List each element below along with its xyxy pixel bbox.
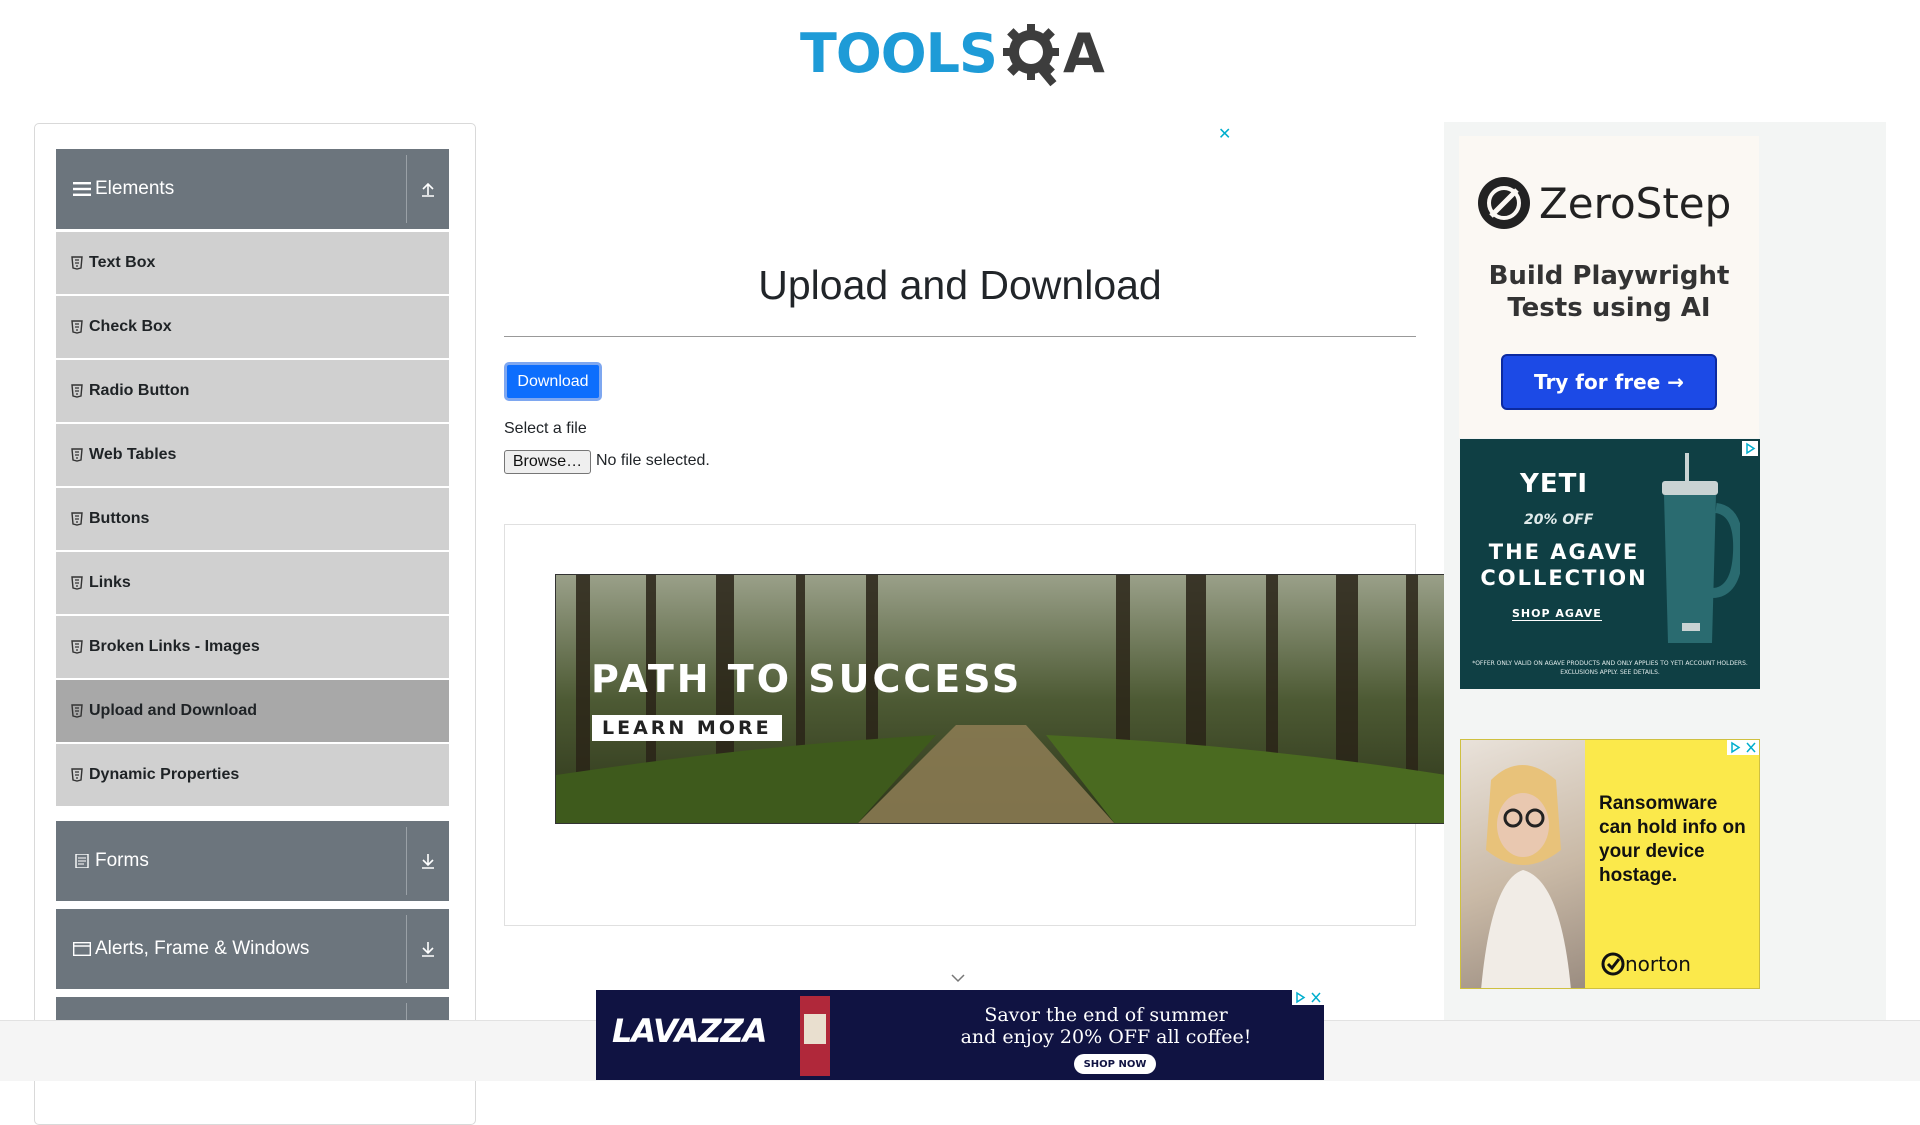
- adchoices-icon[interactable]: [1292, 990, 1308, 1005]
- title-divider: [504, 336, 1416, 337]
- norton-logo: norton: [1601, 952, 1691, 976]
- group-header-forms[interactable]: Forms: [56, 821, 449, 901]
- sidebar-item-label: Radio Button: [89, 382, 190, 399]
- banner-headline: PATH TO SUCCESS: [591, 657, 1023, 701]
- norton-message: Ransomware can hold info on your device …: [1599, 793, 1746, 886]
- group-header-alerts-frame-windows[interactable]: Alerts, Frame & Windows: [56, 909, 449, 989]
- lavazza-line1: Savor the end of summer: [984, 1004, 1228, 1026]
- expand-down-icon[interactable]: [417, 850, 439, 872]
- zerostep-logo-icon: [1478, 177, 1530, 229]
- window-icon: [73, 942, 91, 956]
- logo-text-a: A: [1062, 22, 1105, 85]
- lavazza-message: Savor the end of summer and enjoy 20% OF…: [956, 1004, 1256, 1048]
- group-title: Alerts, Frame & Windows: [95, 938, 310, 959]
- checkmark-circle-icon: [1601, 952, 1625, 976]
- sidebar-item-label: Links: [89, 574, 131, 591]
- left-sidebar: Elements Text Box Check Box Radio Button…: [34, 123, 476, 1125]
- zerostep-line2: Tests using AI: [1507, 293, 1711, 323]
- adchoices-icon[interactable]: [1727, 740, 1743, 755]
- sidebar-item-label: Text Box: [89, 254, 156, 271]
- html5-icon: [71, 576, 83, 590]
- html5-icon: [71, 256, 83, 270]
- gear-q-icon: [1002, 24, 1059, 87]
- site-header: TOOLS A: [0, 0, 1920, 100]
- adchoices-icon[interactable]: [1742, 441, 1758, 456]
- group-header-elements[interactable]: Elements: [56, 149, 449, 229]
- select-file-label: Select a file: [504, 420, 587, 437]
- norton-brand-text: norton: [1625, 952, 1691, 976]
- lavazza-logo: LAVAZZA: [612, 1012, 768, 1050]
- ad-close-icon[interactable]: ✕: [1218, 124, 1231, 144]
- sidebar-item-label: Upload and Download: [89, 702, 257, 719]
- elements-menu-list: Text Box Check Box Radio Button Web Tabl…: [56, 232, 449, 808]
- learn-more-button[interactable]: LEARN MORE: [592, 715, 782, 741]
- browse-button[interactable]: Browse…: [504, 450, 591, 474]
- sidebar-item-check-box[interactable]: Check Box: [56, 296, 449, 358]
- html5-icon: [71, 768, 83, 782]
- sidebar-item-label: Buttons: [89, 510, 150, 527]
- divider: [406, 915, 407, 983]
- group-title: Forms: [95, 850, 149, 871]
- coffee-can-image: [800, 996, 830, 1076]
- ad-close-icon[interactable]: [1743, 740, 1759, 755]
- yeti-shop-link[interactable]: SHOP AGAVE: [1512, 607, 1602, 621]
- html5-icon: [71, 704, 83, 718]
- lavazza-line2: and enjoy 20% OFF all coffee!: [960, 1026, 1252, 1048]
- download-button[interactable]: Download: [504, 362, 602, 401]
- sidebar-item-web-tables[interactable]: Web Tables: [56, 424, 449, 486]
- html5-icon: [71, 640, 83, 654]
- file-status-text: No file selected.: [596, 452, 710, 469]
- chevron-down-icon[interactable]: [950, 970, 966, 986]
- html5-icon: [71, 448, 83, 462]
- sidebar-item-label: Web Tables: [89, 446, 177, 463]
- zerostep-brand: ZeroStep: [1539, 178, 1732, 228]
- html5-icon: [71, 320, 83, 334]
- sidebar-item-buttons[interactable]: Buttons: [56, 488, 449, 550]
- woman-photo: [1461, 740, 1585, 988]
- norton-ad[interactable]: Ransomware can hold info on your device …: [1460, 739, 1760, 989]
- expand-down-icon[interactable]: [417, 938, 439, 960]
- lavazza-ad[interactable]: LAVAZZA Savor the end of summer and enjo…: [596, 990, 1324, 1080]
- sidebar-item-links[interactable]: Links: [56, 552, 449, 614]
- sidebar-item-broken-links-images[interactable]: Broken Links - Images: [56, 616, 449, 678]
- form-icon: [75, 854, 89, 868]
- sidebar-item-text-box[interactable]: Text Box: [56, 232, 449, 294]
- tumbler-image: [1662, 453, 1740, 643]
- group-title: Elements: [95, 178, 175, 199]
- html5-icon: [71, 512, 83, 526]
- zerostep-ad[interactable]: ZeroStep Build Playwright Tests using AI…: [1459, 136, 1759, 438]
- yeti-ad[interactable]: YETI 20% OFF THE AGAVE COLLECTION SHOP A…: [1460, 439, 1760, 689]
- yeti-collection: THE AGAVE COLLECTION: [1480, 540, 1648, 590]
- forest-banner-ad[interactable]: PATH TO SUCCESS LEARN MORE: [555, 574, 1445, 824]
- try-for-free-button[interactable]: Try for free →: [1501, 354, 1717, 410]
- zerostep-tagline: Build Playwright Tests using AI: [1459, 260, 1759, 324]
- divider: [406, 155, 407, 223]
- ad-close-icon[interactable]: [1308, 990, 1324, 1005]
- collapse-up-icon[interactable]: [417, 178, 439, 200]
- yeti-fine-print: *OFFER ONLY VALID ON AGAVE PRODUCTS AND …: [1472, 660, 1748, 676]
- toolsqa-logo[interactable]: TOOLS A: [800, 14, 1105, 94]
- divider: [406, 827, 407, 895]
- hamburger-icon: [73, 182, 91, 196]
- shop-now-button[interactable]: SHOP NOW: [1074, 1054, 1156, 1074]
- logo-text-tools: TOOLS: [800, 22, 998, 85]
- zerostep-line1: Build Playwright: [1488, 261, 1730, 291]
- yeti-brand: YETI: [1520, 469, 1588, 499]
- sidebar-item-label: Dynamic Properties: [89, 766, 240, 783]
- sidebar-item-dynamic-properties[interactable]: Dynamic Properties: [56, 744, 449, 806]
- zerostep-logo: ZeroStep: [1477, 176, 1731, 230]
- yeti-offer: 20% OFF: [1524, 512, 1594, 528]
- sidebar-item-radio-button[interactable]: Radio Button: [56, 360, 449, 422]
- page-title: Upload and Download: [758, 262, 1162, 308]
- html5-icon: [71, 384, 83, 398]
- sidebar-item-label: Check Box: [89, 318, 172, 335]
- sidebar-item-label: Broken Links - Images: [89, 638, 260, 655]
- sidebar-item-upload-and-download[interactable]: Upload and Download: [56, 680, 449, 742]
